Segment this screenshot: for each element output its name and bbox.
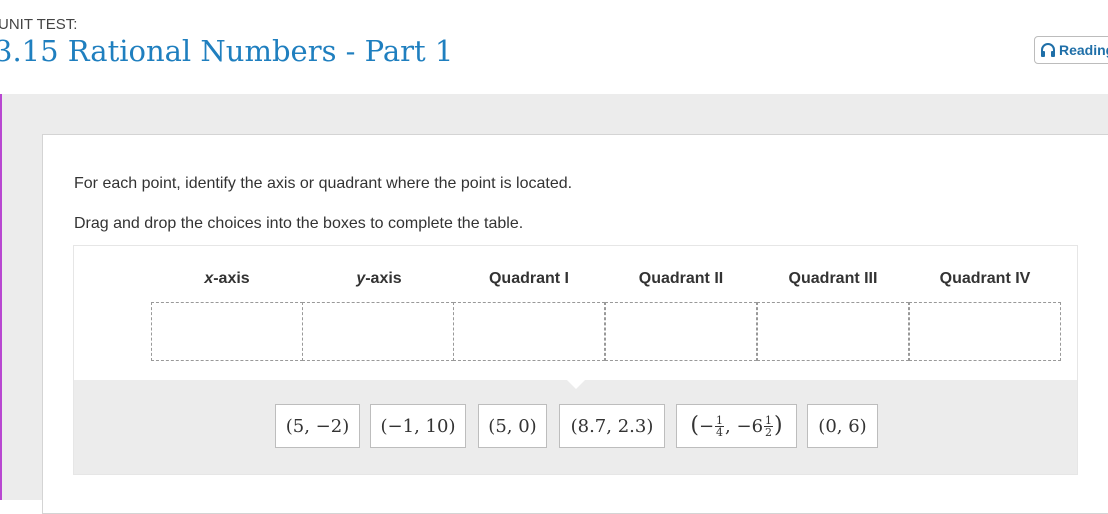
choice-point-6[interactable]: (0, 6) — [807, 404, 878, 448]
accent-bar — [0, 94, 2, 500]
column-headers: x-axis y-axis Quadrant I Quadrant II Qua… — [74, 270, 1079, 290]
choice-point-1[interactable]: (5, −2) — [275, 404, 360, 448]
column-header-quadrant-3: Quadrant III — [788, 270, 878, 287]
column-header-quadrant-2: Quadrant II — [638, 270, 724, 287]
question-panel: For each point, identify the axis or qua… — [42, 134, 1108, 514]
header: UNIT TEST: 3.15 Rational Numbers - Part … — [0, 0, 1108, 94]
choice-point-2[interactable]: (−1, 10) — [370, 404, 466, 448]
column-header-quadrant-1: Quadrant I — [488, 270, 569, 287]
drag-drop-table: x-axis y-axis Quadrant I Quadrant II Qua… — [73, 245, 1078, 475]
choice-point-4[interactable]: (8.7, 2.3) — [559, 404, 665, 448]
drop-box-y-axis[interactable] — [302, 302, 454, 361]
choice-point-5[interactable]: (−1 4, −6 1 2) — [676, 404, 797, 448]
drag-instruction-text: Drag and drop the choices into the boxes… — [74, 215, 524, 232]
unit-label: UNIT TEST: — [0, 16, 78, 33]
column-header-y-axis: y-axis — [356, 270, 402, 287]
column-header-x-axis: x-axis — [204, 270, 250, 287]
drop-box-x-axis[interactable] — [151, 302, 303, 361]
choice-point-3[interactable]: (5, 0) — [478, 404, 547, 448]
drop-box-quadrant-3[interactable] — [757, 302, 909, 361]
column-header-quadrant-4: Quadrant IV — [939, 270, 1031, 287]
drop-box-quadrant-4[interactable] — [909, 302, 1061, 361]
reading-label: Reading — [1059, 42, 1108, 58]
unit-title: 3.15 Rational Numbers - Part 1 — [0, 34, 454, 68]
drop-box-quadrant-2[interactable] — [605, 302, 757, 361]
headphones-icon — [1041, 43, 1055, 57]
tray-pointer — [566, 379, 586, 389]
instruction-text: For each point, identify the axis or qua… — [74, 175, 573, 192]
choices-tray: (5, −2) (−1, 10) (5, 0) (8.7, 2.3) (−1 4,… — [74, 379, 1077, 474]
reading-button[interactable]: Reading — [1034, 36, 1108, 64]
drop-box-quadrant-1[interactable] — [453, 302, 605, 361]
